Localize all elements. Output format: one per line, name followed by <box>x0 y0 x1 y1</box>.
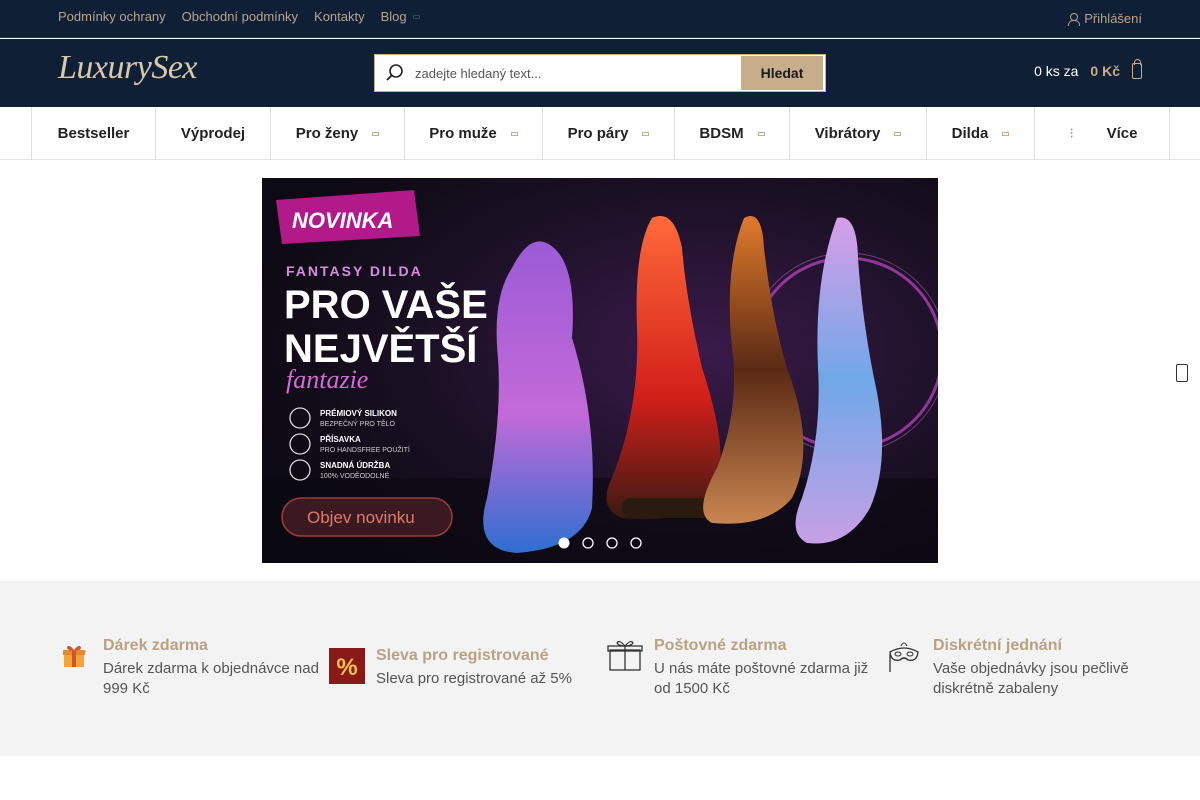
benefit-title: Poštovné zdarma <box>654 637 787 654</box>
slider-next-icon[interactable] <box>1176 364 1188 382</box>
main-nav: Bestseller Výprodej Pro ženy Pro muže Pr… <box>0 107 1200 160</box>
banner-script: fantazie <box>286 365 368 394</box>
nav-label: Pro páry <box>567 125 629 142</box>
banner-badge: NOVINKA <box>292 208 393 233</box>
benefit-text: Sleva pro registrované až 5% <box>376 670 572 687</box>
benefit-text: U nás máte poštovné zdarma již od 1500 K… <box>654 660 869 697</box>
banner-cta-label: Objev novinku <box>307 508 415 527</box>
nav-item-vyprodej[interactable]: Výprodej <box>156 107 271 160</box>
feature-3-line-2: 100% VODĚODOLNÉ <box>320 471 390 480</box>
user-icon <box>1068 12 1081 26</box>
chevron-down-icon <box>510 131 518 136</box>
nav-label: Výprodej <box>180 125 246 142</box>
nav-item-pro-muze[interactable]: Pro muže <box>405 107 543 160</box>
cart-bag-icon <box>1132 59 1142 79</box>
chevron-down-icon: ▭ <box>412 12 421 21</box>
benefit-discount: % Sleva pro registrované Sleva pro regis… <box>328 647 593 689</box>
percent-icon: % <box>328 647 366 685</box>
benefits-bar: Dárek zdarma Dárek zdarma k objednávce n… <box>0 581 1200 756</box>
top-bar: Podmínky ochrany Obchodní podmínky Konta… <box>0 0 1200 38</box>
search-icon <box>375 55 415 91</box>
benefit-shipping: Poštovné zdarma U nás máte poštovné zdar… <box>606 637 876 699</box>
link-contacts[interactable]: Kontakty <box>314 9 365 24</box>
search-bar: Hledat <box>374 54 826 92</box>
nav-item-vice[interactable]: ⋮ Více <box>1035 107 1170 160</box>
benefit-gift: Dárek zdarma Dárek zdarma k objednávce n… <box>55 637 320 699</box>
chevron-down-icon <box>894 131 902 136</box>
benefit-title: Sleva pro registrované <box>376 647 549 664</box>
nav-item-pro-zeny[interactable]: Pro ženy <box>271 107 405 160</box>
header: LuxurySex Hledat 0 ks za 0 Kč <box>0 39 1200 107</box>
nav-item-vibratory[interactable]: Vibrátory <box>790 107 927 160</box>
cart-price: 0 Kč <box>1090 63 1120 79</box>
logo[interactable]: LuxurySex <box>58 49 198 87</box>
nav-label: Více <box>1106 125 1138 142</box>
benefit-text: Vaše objednávky jsou pečlivě diskrétně z… <box>933 660 1129 697</box>
nav-label: Pro muže <box>429 125 497 142</box>
banner-headline-1: PRO VAŠE <box>284 281 488 327</box>
banner-kicker: FANTASY DILDA <box>286 263 423 279</box>
menu-dots-icon: ⋮ <box>1066 128 1077 139</box>
link-privacy[interactable]: Podmínky ochrany <box>58 9 166 24</box>
feature-2-line-2: PRO HANDSFREE POUŽITÍ <box>320 445 410 454</box>
slider-dot-1[interactable] <box>558 537 570 549</box>
chevron-down-icon <box>1002 131 1010 136</box>
chevron-down-icon <box>757 131 765 136</box>
nav-item-pro-pary[interactable]: Pro páry <box>543 107 675 160</box>
benefit-discreet: Diskrétní jednání Vaše objednávky jsou p… <box>885 637 1155 699</box>
package-icon <box>606 637 644 675</box>
cart[interactable]: 0 ks za 0 Kč <box>1034 59 1142 79</box>
chevron-down-icon <box>642 131 650 136</box>
link-blog-label: Blog <box>380 9 407 24</box>
search-input[interactable] <box>415 56 741 90</box>
nav-label: Vibrátory <box>814 125 881 142</box>
feature-2-line-1: PŘÍSAVKA <box>320 435 361 444</box>
nav-label: Pro ženy <box>295 125 359 142</box>
gift-icon <box>55 637 93 675</box>
nav-item-bdsm[interactable]: BDSM <box>675 107 790 160</box>
link-terms[interactable]: Obchodní podmínky <box>182 9 298 24</box>
nav-label: Bestseller <box>57 125 130 142</box>
link-blog[interactable]: Blog ▭ <box>381 9 421 24</box>
benefit-text: Dárek zdarma k objednávce nad 999 Kč <box>103 660 319 697</box>
feature-1-line-2: BEZPEČNÝ PRO TĚLO <box>320 419 396 428</box>
mask-icon <box>885 637 923 675</box>
search-button[interactable]: Hledat <box>741 56 823 90</box>
login-label: Přihlášení <box>1084 11 1142 26</box>
banner-artwork: NOVINKA FANTASY DILDA PRO VAŠE NEJVĚTŠÍ … <box>262 178 938 563</box>
top-links: Podmínky ochrany Obchodní podmínky Konta… <box>58 9 420 24</box>
feature-1-line-1: PRÉMIOVÝ SILIKON <box>320 409 397 418</box>
nav-item-bestseller[interactable]: Bestseller <box>32 107 156 160</box>
cart-count: 0 ks za <box>1034 63 1079 79</box>
nav-label: Dilda <box>951 125 989 142</box>
benefit-title: Diskrétní jednání <box>933 637 1062 654</box>
login-link[interactable]: Přihlášení <box>1068 11 1142 26</box>
nav-item-dilda[interactable]: Dilda <box>927 107 1035 160</box>
feature-3-line-1: SNADNÁ ÚDRŽBA <box>320 461 390 470</box>
hero-banner[interactable]: NOVINKA FANTASY DILDA PRO VAŠE NEJVĚTŠÍ … <box>262 178 938 563</box>
benefit-title: Dárek zdarma <box>103 637 208 654</box>
svg-text:%: % <box>336 654 357 681</box>
chevron-down-icon <box>372 131 380 136</box>
nav-label: BDSM <box>699 125 744 142</box>
